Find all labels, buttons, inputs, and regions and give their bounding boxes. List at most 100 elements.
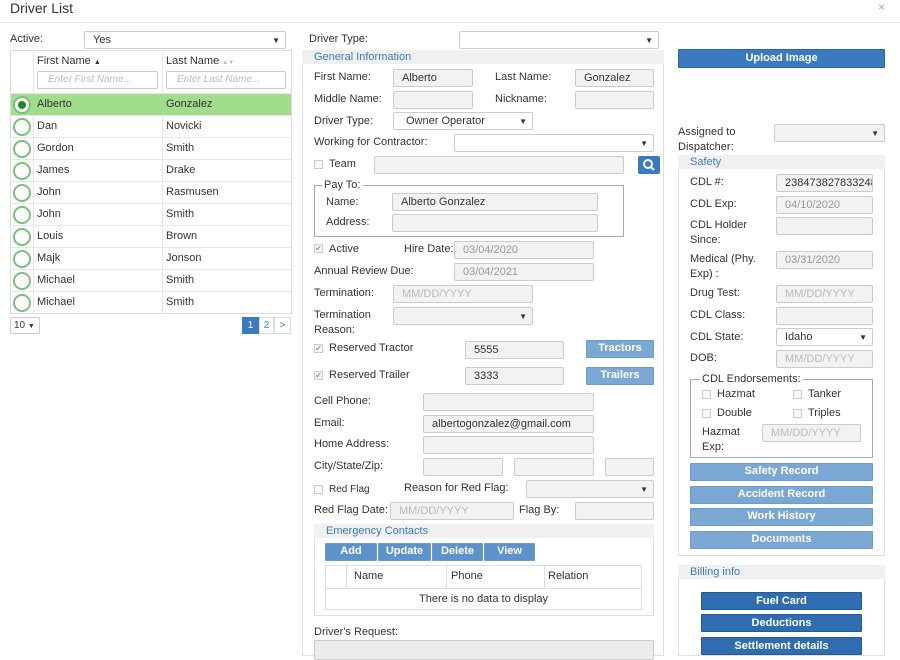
last-name-cell: Smith (166, 142, 195, 154)
table-row[interactable]: John Smith (11, 203, 291, 225)
emergency-header: Emergency Contacts (314, 524, 654, 538)
table-row[interactable]: Michael Smith (11, 291, 291, 313)
contractor-select[interactable] (454, 134, 654, 152)
documents-button[interactable]: Documents (690, 531, 873, 549)
row-select-radio[interactable] (13, 184, 31, 202)
flag-by-input[interactable] (575, 502, 654, 520)
tractors-button[interactable]: Tractors (586, 340, 654, 358)
col-contact-phone[interactable]: Phone (451, 570, 483, 582)
table-row[interactable]: Alberto Gonzalez (11, 93, 291, 115)
row-select-radio[interactable] (13, 206, 31, 224)
team-search-button[interactable] (638, 156, 660, 174)
triples-checkbox[interactable] (793, 409, 802, 418)
last-name-cell: Drake (166, 164, 196, 176)
add-contact-button[interactable]: Add (325, 543, 377, 561)
row-select-radio[interactable] (13, 294, 31, 312)
row-select-radio[interactable] (13, 118, 31, 136)
delete-contact-button[interactable]: Delete (432, 543, 483, 561)
fuel-card-button[interactable]: Fuel Card (701, 592, 862, 610)
table-row[interactable]: Michael Smith (11, 269, 291, 291)
home-address-input[interactable] (423, 436, 594, 454)
hire-date-label: Hire Date: (404, 243, 454, 255)
table-row[interactable]: Louis Brown (11, 225, 291, 247)
red-flag-reason-select[interactable] (526, 480, 654, 498)
accident-record-button[interactable]: Accident Record (690, 486, 873, 504)
row-select-radio[interactable] (13, 272, 31, 290)
reserved-tractor-checkbox[interactable]: ✔ (314, 344, 323, 353)
col-last-name[interactable]: Last Name ▲▼ (166, 55, 234, 67)
active-checkbox[interactable]: ✔ (314, 244, 323, 253)
update-contact-button[interactable]: Update (378, 543, 431, 561)
last-name-input[interactable]: Gonzalez (575, 69, 654, 87)
double-checkbox[interactable] (702, 409, 711, 418)
zip-input[interactable] (605, 458, 654, 476)
cdl-holder-input[interactable] (776, 217, 873, 235)
first-name-cell: Michael (37, 296, 75, 308)
city-input[interactable] (423, 458, 503, 476)
cdl-class-input[interactable] (776, 307, 873, 325)
medical-input[interactable]: 03/31/2020 (776, 251, 873, 269)
table-row[interactable]: Dan Novicki (11, 115, 291, 137)
dob-input[interactable]: MM/DD/YYYY (776, 350, 873, 368)
tanker-checkbox[interactable] (793, 390, 802, 399)
row-select-radio[interactable] (13, 162, 31, 180)
row-select-radio[interactable] (13, 250, 31, 268)
cdl-num-input[interactable]: 2384738278332482 (776, 174, 873, 192)
cdl-state-select[interactable]: Idaho (776, 328, 873, 346)
table-row[interactable]: Majk Jonson (11, 247, 291, 269)
hazmat-checkbox[interactable] (702, 390, 711, 399)
driver-request-input[interactable] (314, 640, 654, 660)
safety-record-button[interactable]: Safety Record (690, 463, 873, 481)
red-flag-checkbox[interactable] (314, 485, 323, 494)
middle-name-input[interactable] (393, 91, 473, 109)
col-contact-relation[interactable]: Relation (548, 570, 588, 582)
upload-image-button[interactable]: Upload Image (678, 49, 885, 68)
payto-name-input[interactable]: Alberto Gonzalez (392, 193, 598, 211)
team-input[interactable] (374, 156, 624, 174)
top-driver-type-select[interactable] (459, 31, 659, 49)
settlement-details-button[interactable]: Settlement details (701, 637, 862, 655)
first-name-input[interactable]: Alberto (393, 69, 473, 87)
dispatcher-select[interactable] (774, 124, 885, 142)
termination-input[interactable]: MM/DD/YYYY (393, 285, 533, 303)
trailers-button[interactable]: Trailers (586, 367, 654, 385)
annual-review-input[interactable]: 03/04/2021 (454, 263, 594, 281)
col-contact-name[interactable]: Name (354, 570, 383, 582)
view-contact-button[interactable]: View (484, 543, 535, 561)
team-checkbox[interactable] (314, 160, 323, 169)
filter-last-name-input[interactable]: Enter Last Name... (166, 71, 286, 89)
table-row[interactable]: John Rasmusen (11, 181, 291, 203)
page-size-select[interactable]: 10 ▼ (10, 317, 40, 334)
filter-first-name-input[interactable]: Enter First Name... (37, 71, 158, 89)
deductions-button[interactable]: Deductions (701, 614, 862, 632)
hazmat-exp-input[interactable]: MM/DD/YYYY (762, 424, 861, 442)
cdl-exp-input[interactable]: 04/10/2020 (776, 196, 873, 214)
first-name-cell: James (37, 164, 70, 176)
reserved-trailer-checkbox[interactable]: ✔ (314, 371, 323, 380)
row-select-radio[interactable] (13, 228, 31, 246)
payto-address-input[interactable] (392, 214, 598, 232)
close-icon[interactable]: × (878, 0, 885, 14)
hire-date-input[interactable]: 03/04/2020 (454, 241, 594, 259)
reserved-tractor-input[interactable]: 5555 (465, 341, 564, 359)
row-select-radio[interactable] (13, 96, 31, 114)
table-row[interactable]: James Drake (11, 159, 291, 181)
page-1-button[interactable]: 1 (242, 317, 259, 334)
work-history-button[interactable]: Work History (690, 508, 873, 526)
assigned-label: Assigned to (678, 126, 736, 138)
drug-test-input[interactable]: MM/DD/YYYY (776, 285, 873, 303)
termination-reason-select[interactable] (393, 307, 533, 325)
table-row[interactable]: Gordon Smith (11, 137, 291, 159)
page-2-button[interactable]: 2 (259, 317, 274, 334)
col-first-name[interactable]: First Name ▲ (37, 55, 101, 67)
driver-type-select[interactable]: Owner Operator (393, 112, 533, 130)
nickname-input[interactable] (575, 91, 654, 109)
reserved-trailer-input[interactable]: 3333 (465, 367, 564, 385)
state-input[interactable] (514, 458, 594, 476)
next-page-button[interactable]: > (274, 317, 291, 334)
cell-phone-input[interactable] (423, 393, 594, 411)
row-select-radio[interactable] (13, 140, 31, 158)
red-flag-date-input[interactable]: MM/DD/YYYY (390, 502, 514, 520)
active-filter-select[interactable]: Yes (84, 31, 286, 49)
email-input[interactable]: albertogonzalez@gmail.com (423, 415, 594, 433)
